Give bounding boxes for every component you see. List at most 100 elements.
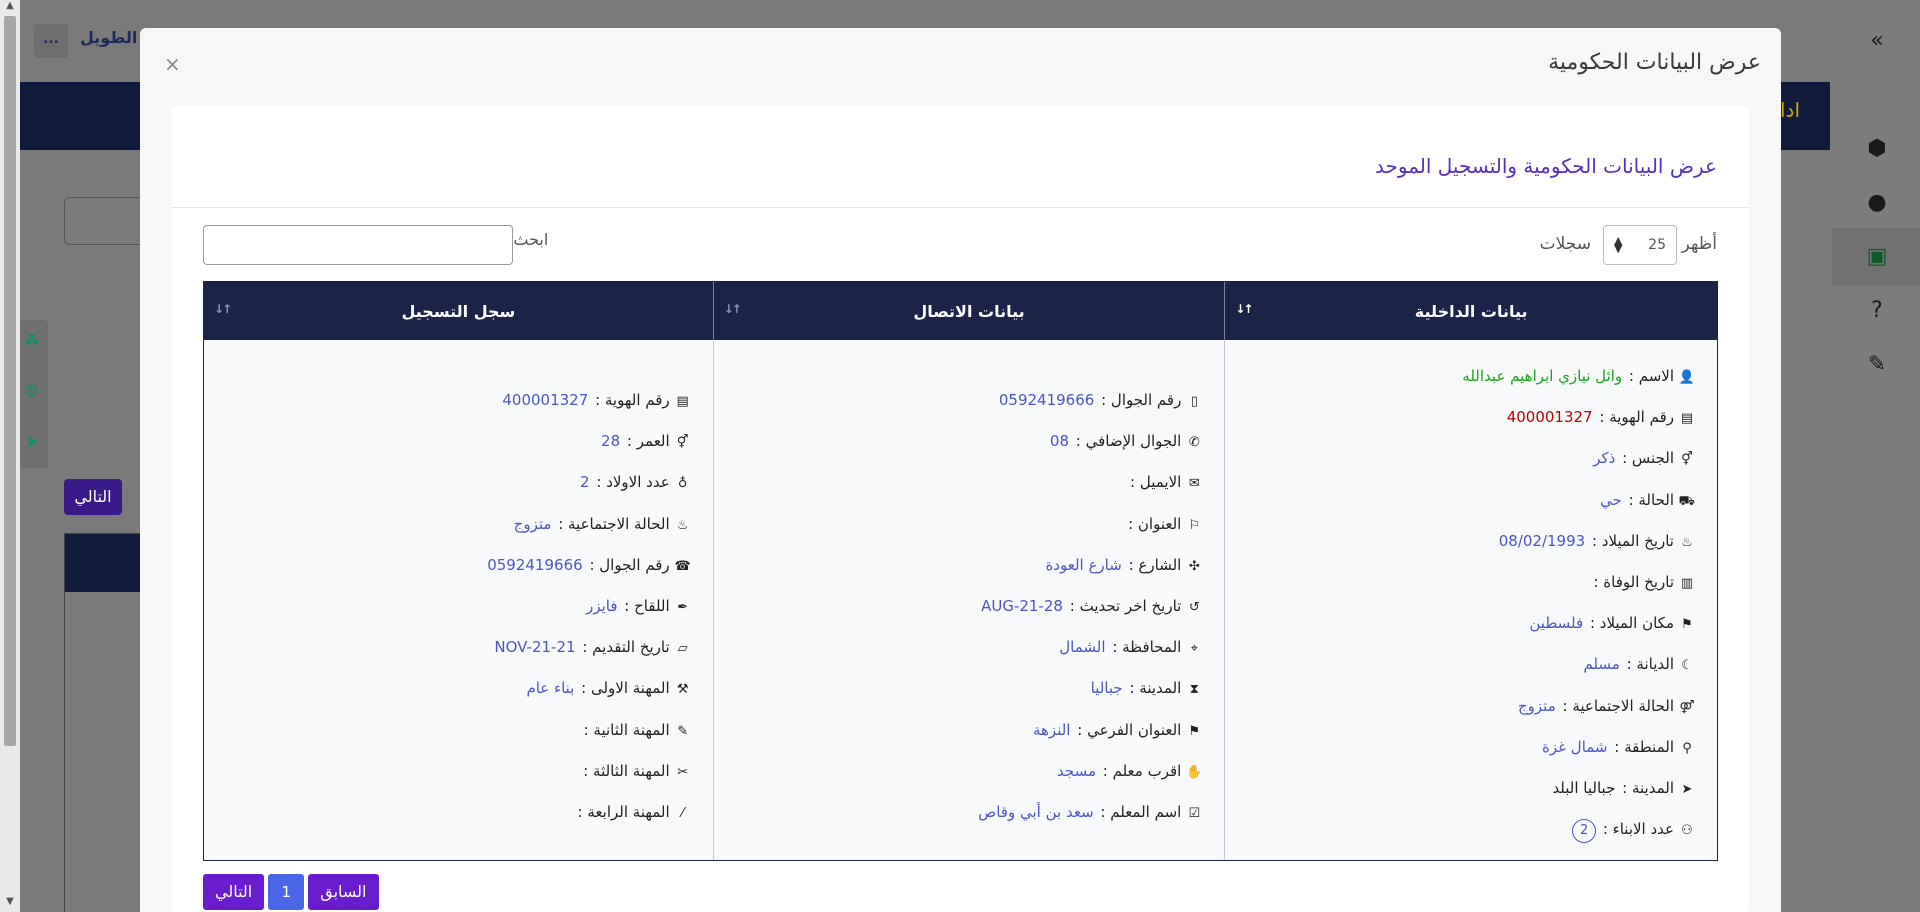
collapse-chevrons-icon[interactable]: « xyxy=(1862,26,1892,56)
field-label: عدد الاولاد : xyxy=(596,473,670,492)
flag-checkered-icon: ⚑ xyxy=(1188,723,1201,739)
length-suffix: سجلات xyxy=(1539,234,1591,254)
users-icon: ⚇ xyxy=(1681,823,1693,839)
column-header-contact[interactable]: بيانات الاتصال ↑↓ xyxy=(712,282,1225,340)
list-item: ✣ الشارع : شارع العودة xyxy=(978,545,1202,586)
check-square-icon: ☑ xyxy=(1188,805,1201,821)
field-label: المنطقة : xyxy=(1614,737,1674,756)
field-value: جباليا xyxy=(1090,679,1123,698)
wrench-icon[interactable]: ✎ xyxy=(1862,350,1892,380)
list-item: ✆ الجوال الإضافي : 08 xyxy=(978,421,1202,462)
field-label: العنوان : xyxy=(1128,514,1182,533)
field-label: المهنة الرابعة : xyxy=(577,802,670,821)
contact-card-icon[interactable]: ▣ xyxy=(1862,242,1892,272)
sort-icon[interactable]: ↑↓ xyxy=(214,302,232,316)
gear-icon[interactable]: ⚙ xyxy=(20,380,44,404)
field-label: رقم الجوال : xyxy=(1101,391,1182,409)
user-icon: 👤 xyxy=(1678,370,1695,385)
field-value: مسجد xyxy=(1057,761,1096,780)
field-value: شمال غزة xyxy=(1542,737,1608,756)
table-body: 👤 الاسم : وائل نيازي ابراهيم عبدالله ▤ رقم … xyxy=(204,340,1717,860)
search-input[interactable] xyxy=(203,225,513,265)
more-menu-button[interactable]: ... xyxy=(34,24,68,58)
compress-arrows-icon: ✣ xyxy=(1188,558,1200,574)
field-label: اسم المعلم : xyxy=(1100,802,1182,821)
field-value: متزوج xyxy=(1517,696,1556,715)
field-label: رقم الهوية : xyxy=(1599,408,1674,427)
field-label: الشارع : xyxy=(1128,555,1182,574)
data-card: عرض البيانات الحكومية والتسجيل الموحد أظ… xyxy=(172,106,1749,912)
field-label: رقم الهوية : xyxy=(595,391,670,409)
field-label: الحالة الاجتماعية : xyxy=(558,514,670,533)
field-value: ذكر xyxy=(1593,449,1616,468)
gender-icon: ⚥ xyxy=(676,435,689,451)
list-item: ✒ اللقاح : فايزر xyxy=(487,586,690,627)
scrollbar[interactable]: ▲ ▼ xyxy=(0,0,20,912)
data-table: بيانات الداخلية ↑↓ بيانات الاتصال ↑↓ سجل… xyxy=(203,281,1718,861)
field-value: 400001327 xyxy=(1506,408,1593,427)
registration-data-cell: ▤ رقم الهوية : 400001327 ⚥ العمر : 28 ♁ عدد ا… xyxy=(204,340,713,860)
field-label: تاريخ الميلاد : xyxy=(1591,531,1674,550)
field-value: حي xyxy=(1600,490,1622,509)
column-title: بيانات الداخلية xyxy=(1414,301,1528,321)
field-label: الحالة : xyxy=(1628,490,1674,509)
scroll-down-arrow-icon[interactable]: ▼ xyxy=(4,896,16,910)
box-icon[interactable]: ⬢ xyxy=(1862,134,1892,164)
page-number-button[interactable]: 1 xyxy=(268,874,305,910)
field-label: المهنة الاولى : xyxy=(581,679,670,698)
envelope-icon: ✉ xyxy=(1188,476,1200,492)
field-label: الحالة الاجتماعية : xyxy=(1562,696,1674,715)
field-label: الايميل : xyxy=(1130,473,1182,492)
field-label: رقم الجوال : xyxy=(589,555,670,574)
hand-icon: ✋ xyxy=(1186,764,1203,780)
page-length-select[interactable]: ▲ ▼ 25 xyxy=(1603,225,1677,265)
list-item: ♨ تاريخ الميلاد : 08/02/1993 xyxy=(1462,521,1695,562)
nav-band-text: ادا xyxy=(1780,98,1801,122)
internal-data-list: 👤 الاسم : وائل نيازي ابراهيم عبدالله ▤ رقم … xyxy=(1462,356,1695,850)
flag-icon: ⚑ xyxy=(1681,617,1693,633)
birthday-cake-icon: ♨ xyxy=(1681,534,1693,550)
fax-icon: ☎ xyxy=(674,558,691,574)
list-item: ▱ تاريخ التقديم : 21-NOV-21 xyxy=(487,627,690,668)
previous-page-button[interactable]: السابق xyxy=(308,874,379,910)
field-value: 21-NOV-21 xyxy=(494,638,576,657)
page-next-button[interactable]: التالي xyxy=(64,479,122,515)
field-value: فايزر xyxy=(586,596,618,615)
field-label: تاريخ التقديم : xyxy=(582,638,670,657)
length-prefix: أظهر xyxy=(1681,234,1717,254)
ambulance-icon: ⛟ xyxy=(1678,493,1695,509)
sort-icon[interactable]: ↑↓ xyxy=(724,302,742,316)
help-icon[interactable]: ? xyxy=(1862,296,1892,326)
list-item: ⚐ العنوان : xyxy=(978,504,1202,545)
gender-icon: ⚥ xyxy=(1681,452,1693,468)
list-item: ➤ المدينة : جباليا البلد xyxy=(1462,768,1695,809)
sort-arrows-icon: ▲ ▼ xyxy=(1614,234,1623,255)
list-item: ▤ رقم الهوية : 400001327 xyxy=(487,380,690,421)
column-header-internal[interactable]: بيانات الداخلية ↑↓ xyxy=(1224,282,1717,340)
user-icon[interactable]: ● xyxy=(1862,188,1892,218)
sort-icon[interactable]: ↑↓ xyxy=(1235,302,1253,316)
scroll-up-arrow-icon[interactable]: ▲ xyxy=(4,0,16,14)
field-value: وائل نيازي ابراهيم عبدالله xyxy=(1462,367,1623,385)
gov-data-modal: عرض البيانات الحكومية × عرض البيانات الح… xyxy=(140,28,1781,912)
pagination: التالي 1 السابق xyxy=(203,874,379,910)
card-title: عرض البيانات الحكومية والتسجيل الموحد xyxy=(1375,154,1717,178)
list-item: ⚥ العمر : 28 xyxy=(487,421,690,462)
send-icon[interactable]: ➤ xyxy=(20,430,44,454)
scroll-thumb[interactable] xyxy=(4,16,16,746)
book-icon: ▥ xyxy=(1680,575,1694,591)
close-icon[interactable]: × xyxy=(164,52,181,76)
field-value: سعد بن أبي وقاص xyxy=(978,802,1094,821)
field-label: الديانة : xyxy=(1626,655,1674,674)
registration-data-list: ▤ رقم الهوية : 400001327 ⚥ العمر : 28 ♁ عدد ا… xyxy=(487,380,690,833)
next-page-button[interactable]: التالي xyxy=(203,874,265,910)
field-label: اللقاح : xyxy=(624,596,670,615)
contact-data-cell: ▯ رقم الجوال : 0592419666 ✆ الجوال الإضافي … xyxy=(712,340,1225,860)
list-item: ⌖ المحافظة : الشمال xyxy=(978,627,1202,668)
field-value: النزهة xyxy=(1032,720,1071,739)
column-header-registration[interactable]: سجل التسجيل ↑↓ xyxy=(204,282,713,340)
list-item: ☑ اسم المعلم : سعد بن أبي وقاص xyxy=(978,792,1202,833)
field-value: 0592419666 xyxy=(487,555,583,574)
page-length-value: 25 xyxy=(1648,237,1666,253)
leaf-icon[interactable]: ☘ xyxy=(20,330,44,354)
